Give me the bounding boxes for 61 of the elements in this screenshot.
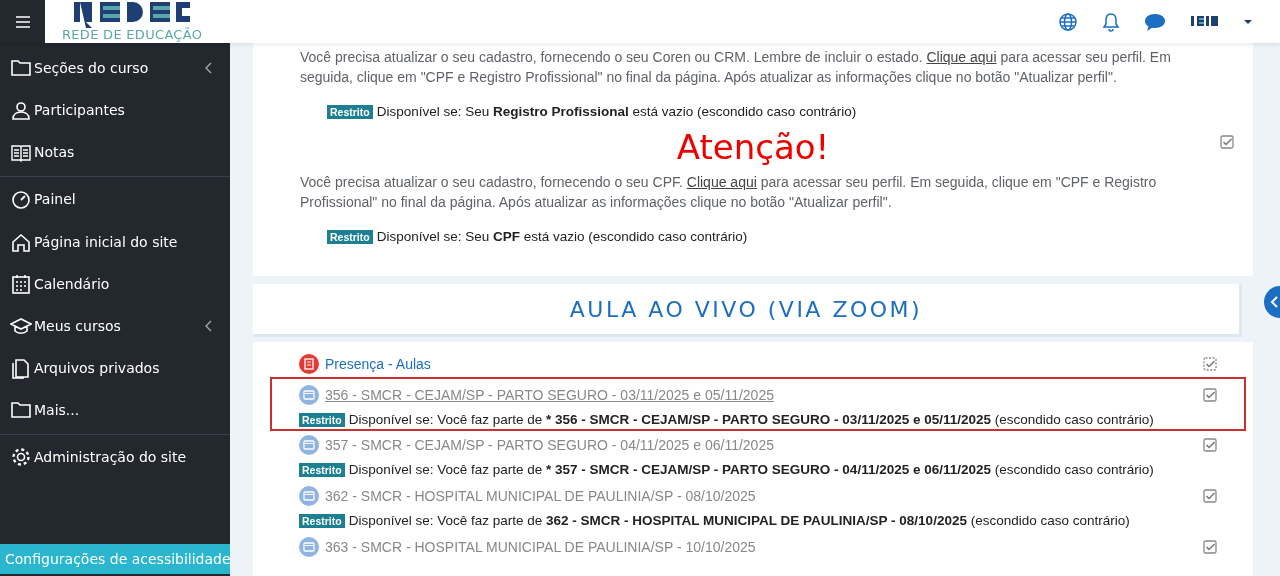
globe-icon[interactable] [1058,11,1078,32]
sidebar-item[interactable]: Notas [0,131,230,173]
home-icon [10,231,32,253]
chevron-icon [205,62,212,74]
restricted-badge: Restrito [299,513,345,528]
sidebar-item[interactable]: Página inicial do site [0,221,230,263]
sidebar-item[interactable]: Meus cursos [0,305,230,347]
chevron-icon [205,320,212,332]
files-icon [10,357,32,379]
folder-icon [10,57,32,79]
restriction-text: Disponível se: Você faz parte de * 356 - SMCR - CEJAM/SP - PARTO SEGURO - 03/11/2025 e 05/11/2025 (escondido caso contrário) [348,412,1154,427]
activity-link[interactable]: Presença - Aulas [325,355,431,372]
menu-icon [15,15,30,28]
restriction-text: Disponível se: Seu CPF está vazio (escondido caso contrário) [376,229,748,244]
completion-checkbox[interactable] [1203,539,1217,554]
section-title: AULA AO VIVO (VIA ZOOM) [569,296,923,322]
notice-text: Você precisa atualizar o seu cadastro, fornecendo o seu Coren ou CRM. Lembre de incluir o estado. Clique aqui para acessar seu perfil. Em seguida, clique em "CPF e Registro Profissional" no final da página. Após atualizar as informações clique no botão "Atualizar perfil". [300,48,1172,87]
restricted-badge: Restrito [327,229,373,244]
logo-caption: REDE DE EDUCAÇÃO [62,28,203,42]
restriction-text: Disponível se: Você faz parte de * 357 - SMCR - CEJAM/SP - PARTO SEGURO - 04/11/2025 e 06/11/2025 (escondido caso contrário) [348,462,1154,477]
profile-link[interactable]: Clique aqui [926,49,997,65]
logo-icon [72,2,193,28]
page-icon [299,384,319,405]
sidebar-item[interactable]: Arquivos privados [0,347,230,389]
page-icon [299,536,319,557]
completion-checkbox[interactable] [1203,387,1217,402]
avatar-icon[interactable] [1190,14,1220,29]
chevron-icon [1270,296,1278,308]
sidebar-item[interactable]: Mais... [0,389,230,431]
completion-checkbox[interactable] [1203,437,1217,452]
folder-icon [10,399,32,421]
sidebar-item[interactable]: Calendário [0,263,230,305]
bell-icon[interactable] [1102,11,1120,32]
settings-icon [10,446,32,468]
dropdown-caret-icon[interactable] [1244,18,1252,25]
gauge-icon [10,188,32,210]
completion-checkbox[interactable] [1203,488,1217,503]
restricted-badge: Restrito [327,104,373,119]
attendance-icon [299,353,319,374]
activity-link[interactable]: 363 - SMCR - HOSPITAL MUNICIPAL DE PAULINIA/SP - 10/10/2025 [325,538,756,555]
notice-text: Você precisa atualizar o seu cadastro, fornecendo o seu CPF. Clique aqui para acessar seu perfil. Em seguida, clique em "CPF e Registro Profissional" no final da página. Após atualizar as informações clique no botão "Atualizar perfil". [300,173,1158,212]
sidebar-item[interactable]: Participantes [0,89,230,131]
completion-checkbox[interactable] [1220,135,1234,149]
activity-link[interactable]: 357 - SMCR - CEJAM/SP - PARTO SEGURO - 04/11/2025 e 06/11/2025 [325,436,774,453]
page-icon [299,434,319,455]
restriction-text: Disponível se: Você faz parte de 362 - SMCR - HOSPITAL MUNICIPAL DE PAULINIA/SP - 08/10/2025 (escondido caso contrário) [348,513,1130,528]
completion-checkbox[interactable] [1203,356,1217,371]
restricted-badge: Restrito [299,412,345,427]
page-icon [299,485,319,506]
sidebar-item[interactable]: Seções do curso [0,47,230,89]
calendar-icon [10,273,32,295]
restricted-badge: Restrito [299,462,345,477]
restriction-text: Disponível se: Seu Registro Profissional está vazio (escondido caso contrário) [376,104,857,119]
activity-link[interactable]: 356 - SMCR - CEJAM/SP - PARTO SEGURO - 03/11/2025 e 05/11/2025 [325,386,774,403]
activity-link[interactable]: 362 - SMCR - HOSPITAL MUNICIPAL DE PAULINIA/SP - 08/10/2025 [325,487,756,504]
alert-title: Atenção! [676,129,830,165]
profile-link[interactable]: Clique aqui [686,174,757,190]
chat-icon[interactable] [1144,11,1166,32]
graduation-cap-icon [10,315,32,337]
person-icon [10,99,32,121]
menu-button[interactable] [0,0,45,43]
